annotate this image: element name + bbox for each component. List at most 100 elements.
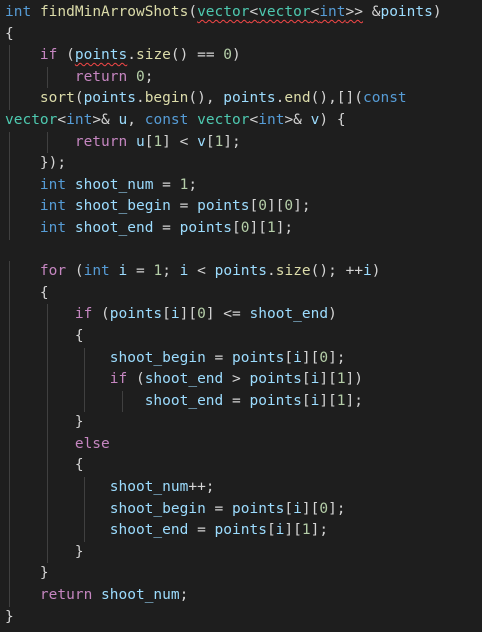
indent-guide [9,585,10,607]
code-line[interactable]: else [0,433,482,456]
indentation [5,285,40,301]
code-token: ; [144,68,154,85]
code-line[interactable]: } [0,563,482,586]
code-line[interactable]: int shoot_num = 1; [0,174,482,197]
code-line[interactable]: shoot_end = points[i][1]; [0,390,482,413]
code-token: if [39,47,58,64]
code-line[interactable]: { [0,455,482,478]
code-token: ( [66,263,84,280]
indent-guide [84,369,85,391]
indent-guide [9,347,10,370]
code-token: . [135,90,145,107]
code-token: 0 [319,349,329,366]
indent-guide [46,66,48,89]
code-line[interactable]: if (shoot_end > points[i][1]) [0,369,482,391]
code-token: ; [179,587,189,604]
code-token: points [214,522,267,539]
code-token: = [205,500,232,517]
code-line[interactable]: int shoot_begin = points[0][0]; [0,196,482,218]
code-line[interactable]: }); [0,153,482,175]
code-token: ; [188,176,198,193]
indentation [5,328,75,344]
indent-guide [9,282,10,305]
code-editor[interactable]: int findMinArrowShots(vector<vector<int>… [0,0,482,632]
code-token: ( [127,371,145,388]
code-token: ]; [293,198,311,215]
code-token: ]; [328,349,346,366]
code-line[interactable]: int shoot_end = points[0][1]; [0,217,482,240]
code-token: [ [162,306,171,323]
code-token: shoot_num [109,479,189,496]
code-token: ][ [266,198,285,215]
indent-guide [84,390,85,413]
code-token: ][ [301,500,320,517]
indent-guide [9,455,10,478]
code-token: points [109,306,163,323]
code-token: ][ [301,349,320,366]
code-line[interactable]: } [0,412,482,434]
code-token-error: points [74,47,128,64]
indent-guide [9,390,10,413]
code-line[interactable]: shoot_begin = points[i][0]; [0,498,482,521]
code-token: = [170,198,198,215]
code-token: { [74,327,84,344]
code-line[interactable]: if (points[i][0] <= shoot_end) [0,304,482,326]
code-token: ++; [188,479,215,496]
code-line[interactable]: } [0,541,482,564]
code-line[interactable]: return shoot_num; [0,585,482,607]
code-line[interactable]: return 0; [0,66,482,89]
code-line[interactable]: return u[1] < v[1]; [0,131,482,154]
code-token-error: int [319,4,346,20]
indent-guide [9,88,10,110]
indent-guide [9,196,10,218]
code-line[interactable] [0,240,482,262]
code-token: shoot_end [249,306,329,323]
code-line[interactable]: sort(points.begin(), points.end(),[](con… [0,88,482,110]
code-token: 1 [336,371,346,388]
code-token: u [135,133,145,150]
indentation [5,47,40,63]
code-line[interactable]: vector<int>& u, const vector<int>& v) { [0,110,482,132]
code-token: vector [5,111,58,128]
code-token: shoot_num [101,587,180,604]
indentation [5,350,110,366]
code-token: = [205,349,232,366]
indent-guide [9,131,10,154]
code-area[interactable]: int findMinArrowShots(vector<vector<int>… [0,2,482,628]
code-token: > [223,371,250,388]
code-line[interactable]: { [0,24,482,46]
indentation [5,544,75,560]
code-token: end [284,90,311,107]
indentation [5,90,40,106]
code-token: { [74,457,84,474]
code-line[interactable]: } [0,607,482,629]
code-line[interactable]: shoot_num++; [0,477,482,499]
code-token: if [109,371,128,388]
code-token: 0 [197,306,206,323]
code-line[interactable]: if (points.size() == 0) [0,45,482,67]
code-token: ) [232,47,241,64]
code-line[interactable]: for (int i = 1; i < points.size(); ++i) [0,261,482,283]
code-token: size [275,263,311,280]
indentation [5,371,110,387]
code-token: < [249,111,259,128]
code-token: 1 [301,522,311,539]
indent-guide [46,433,48,456]
code-token: ) [371,263,381,280]
code-token: int [5,4,32,20]
indent-guide [84,520,85,542]
code-line[interactable]: shoot_end = points[i][1]; [0,520,482,542]
code-line[interactable]: { [0,325,482,348]
indent-guide [9,261,10,283]
code-token: vector [197,111,250,128]
indent-guide [9,153,10,175]
code-token: points [380,4,433,20]
code-line[interactable]: int findMinArrowShots(vector<vector<int>… [0,2,482,24]
code-line[interactable]: { [0,282,482,305]
code-line[interactable]: shoot_begin = points[i][0]; [0,347,482,370]
indent-guide [46,347,48,370]
